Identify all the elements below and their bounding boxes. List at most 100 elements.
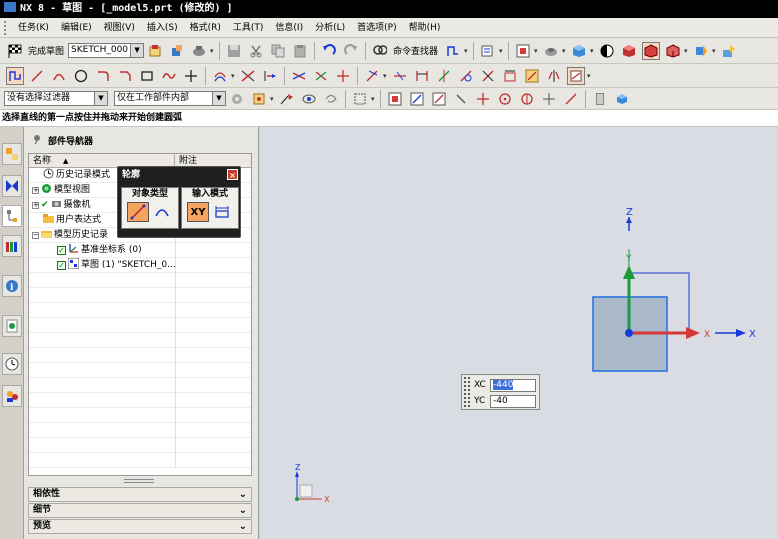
- command-finder-icon[interactable]: [371, 42, 389, 60]
- chevron-down-icon[interactable]: ▾: [587, 72, 593, 80]
- offset-curve-icon[interactable]: [211, 67, 229, 85]
- fillet-icon[interactable]: [94, 67, 112, 85]
- layer-settings-icon[interactable]: [720, 42, 738, 60]
- rectangle-icon[interactable]: [138, 67, 156, 85]
- sketch-origin[interactable]: [625, 329, 633, 337]
- object-type-arc-button[interactable]: [151, 202, 173, 222]
- menu-information[interactable]: 信息(I): [269, 18, 309, 38]
- type-filter-select[interactable]: 没有选择过滤器 ▼: [4, 91, 108, 106]
- convert-reference-icon[interactable]: [435, 67, 453, 85]
- visibility-checkbox[interactable]: ✓: [57, 261, 66, 270]
- chevron-down-icon[interactable]: ▾: [464, 47, 470, 55]
- relations-browser-icon[interactable]: [391, 67, 409, 85]
- menu-view[interactable]: 视图(V): [98, 18, 141, 38]
- chevron-down-icon[interactable]: ▾: [270, 95, 276, 103]
- section-dependencies[interactable]: 相依性 ⌄: [28, 487, 252, 502]
- rectangle-select-icon[interactable]: [351, 90, 369, 108]
- graphics-viewport[interactable]: Z Y X X Z X: [260, 127, 778, 539]
- chevron-down-icon[interactable]: ▾: [231, 72, 237, 80]
- animate-dimension-icon[interactable]: [479, 67, 497, 85]
- snap-intersection-icon[interactable]: [474, 90, 492, 108]
- snap-tangent-icon[interactable]: [452, 90, 470, 108]
- chevron-down-icon[interactable]: ▾: [534, 47, 540, 55]
- menu-help[interactable]: 帮助(H): [403, 18, 447, 38]
- sketch-style-icon[interactable]: [523, 67, 541, 85]
- expand-icon[interactable]: +: [32, 202, 39, 209]
- finish-sketch-button[interactable]: 完成草图: [28, 44, 64, 57]
- circle-icon[interactable]: [72, 67, 90, 85]
- alternate-solution-icon[interactable]: [457, 67, 475, 85]
- layer-book-icon[interactable]: [591, 90, 609, 108]
- menu-preferences[interactable]: 首选项(P): [351, 18, 402, 38]
- menu-analysis[interactable]: 分析(L): [309, 18, 351, 38]
- close-icon[interactable]: ×: [227, 169, 238, 180]
- chevron-down-icon[interactable]: ▾: [684, 47, 690, 55]
- red-cube-icon[interactable]: [620, 42, 638, 60]
- redo-icon[interactable]: [342, 42, 360, 60]
- reuse-library-tab[interactable]: [2, 235, 22, 257]
- chevron-down-icon[interactable]: ▼: [212, 92, 225, 105]
- arc-icon[interactable]: [50, 67, 68, 85]
- history-tab[interactable]: [2, 353, 22, 375]
- chevron-down-icon[interactable]: ▾: [499, 47, 505, 55]
- chevron-down-icon[interactable]: ▼: [94, 92, 107, 105]
- snap-on-curve-icon[interactable]: [430, 90, 448, 108]
- cut-icon[interactable]: [247, 42, 265, 60]
- fit-view-icon[interactable]: [514, 42, 532, 60]
- studio-spline-icon[interactable]: [160, 67, 178, 85]
- section-preview[interactable]: 预览 ⌄: [28, 519, 252, 534]
- web-browser-tab[interactable]: i: [2, 275, 22, 297]
- select-feature-icon[interactable]: [300, 90, 318, 108]
- snap-center-icon[interactable]: [496, 90, 514, 108]
- xc-input[interactable]: -440: [490, 378, 536, 392]
- chamfer-icon[interactable]: [116, 67, 134, 85]
- selection-scope-select[interactable]: 仅在工作部件内部 ▼: [114, 91, 226, 106]
- cube-faces-icon[interactable]: [664, 42, 682, 60]
- menu-tools[interactable]: 工具(T): [227, 18, 270, 38]
- history-palette-tab[interactable]: [2, 315, 22, 337]
- orient-to-sketch-icon[interactable]: [146, 42, 164, 60]
- chevron-down-icon[interactable]: ▾: [371, 95, 377, 103]
- coord-box-grip[interactable]: [464, 377, 470, 407]
- menu-task[interactable]: 任务(K): [12, 18, 55, 38]
- snap-endpoint-icon[interactable]: [386, 90, 404, 108]
- profile-dialog-titlebar[interactable]: 轮廓 ×: [118, 167, 240, 183]
- create-inferred-icon[interactable]: [567, 66, 585, 85]
- reattach-icon[interactable]: [168, 42, 186, 60]
- infer-constraints-icon[interactable]: [501, 67, 519, 85]
- chevron-down-icon[interactable]: ▾: [383, 72, 389, 80]
- mirror-curve-icon[interactable]: [545, 67, 563, 85]
- line-icon[interactable]: [28, 67, 46, 85]
- menu-edit[interactable]: 编辑(E): [55, 18, 98, 38]
- constraint-navigator-tab[interactable]: [2, 175, 22, 197]
- shaded-cube-icon[interactable]: [570, 42, 588, 60]
- show-constraints-icon[interactable]: [363, 67, 381, 85]
- paste-icon[interactable]: [291, 42, 309, 60]
- update-model-icon[interactable]: [190, 42, 208, 60]
- snap-existing-point-icon[interactable]: [540, 90, 558, 108]
- select-all-icon[interactable]: [278, 90, 296, 108]
- quick-trim-icon[interactable]: [239, 67, 257, 85]
- save-icon[interactable]: [225, 42, 243, 60]
- parameter-mode-button[interactable]: [211, 202, 233, 222]
- point-icon[interactable]: [182, 67, 200, 85]
- snap-view-icon[interactable]: [479, 42, 497, 60]
- filter-settings-icon[interactable]: [228, 90, 246, 108]
- menu-format[interactable]: 格式(R): [184, 18, 227, 38]
- sketch-name-select[interactable]: SKETCH_000 ▼: [68, 43, 145, 58]
- pin-icon[interactable]: [32, 134, 42, 147]
- object-type-line-button[interactable]: [127, 202, 149, 222]
- chevron-down-icon[interactable]: ▾: [562, 47, 568, 55]
- chevron-down-icon[interactable]: ▾: [712, 47, 718, 55]
- constraints-icon[interactable]: [312, 67, 330, 85]
- small-cube-icon[interactable]: [613, 90, 631, 108]
- yc-input[interactable]: -40: [490, 394, 536, 408]
- quick-extend-icon[interactable]: [261, 67, 279, 85]
- menu-insert[interactable]: 插入(S): [141, 18, 184, 38]
- general-selection-icon[interactable]: [250, 90, 268, 108]
- snap-midpoint-icon[interactable]: [408, 90, 426, 108]
- visibility-checkbox[interactable]: ✓: [57, 246, 66, 255]
- part-navigator-tab[interactable]: [2, 205, 22, 227]
- collapse-icon[interactable]: −: [32, 232, 39, 239]
- snap-point-on-curve-icon[interactable]: [562, 90, 580, 108]
